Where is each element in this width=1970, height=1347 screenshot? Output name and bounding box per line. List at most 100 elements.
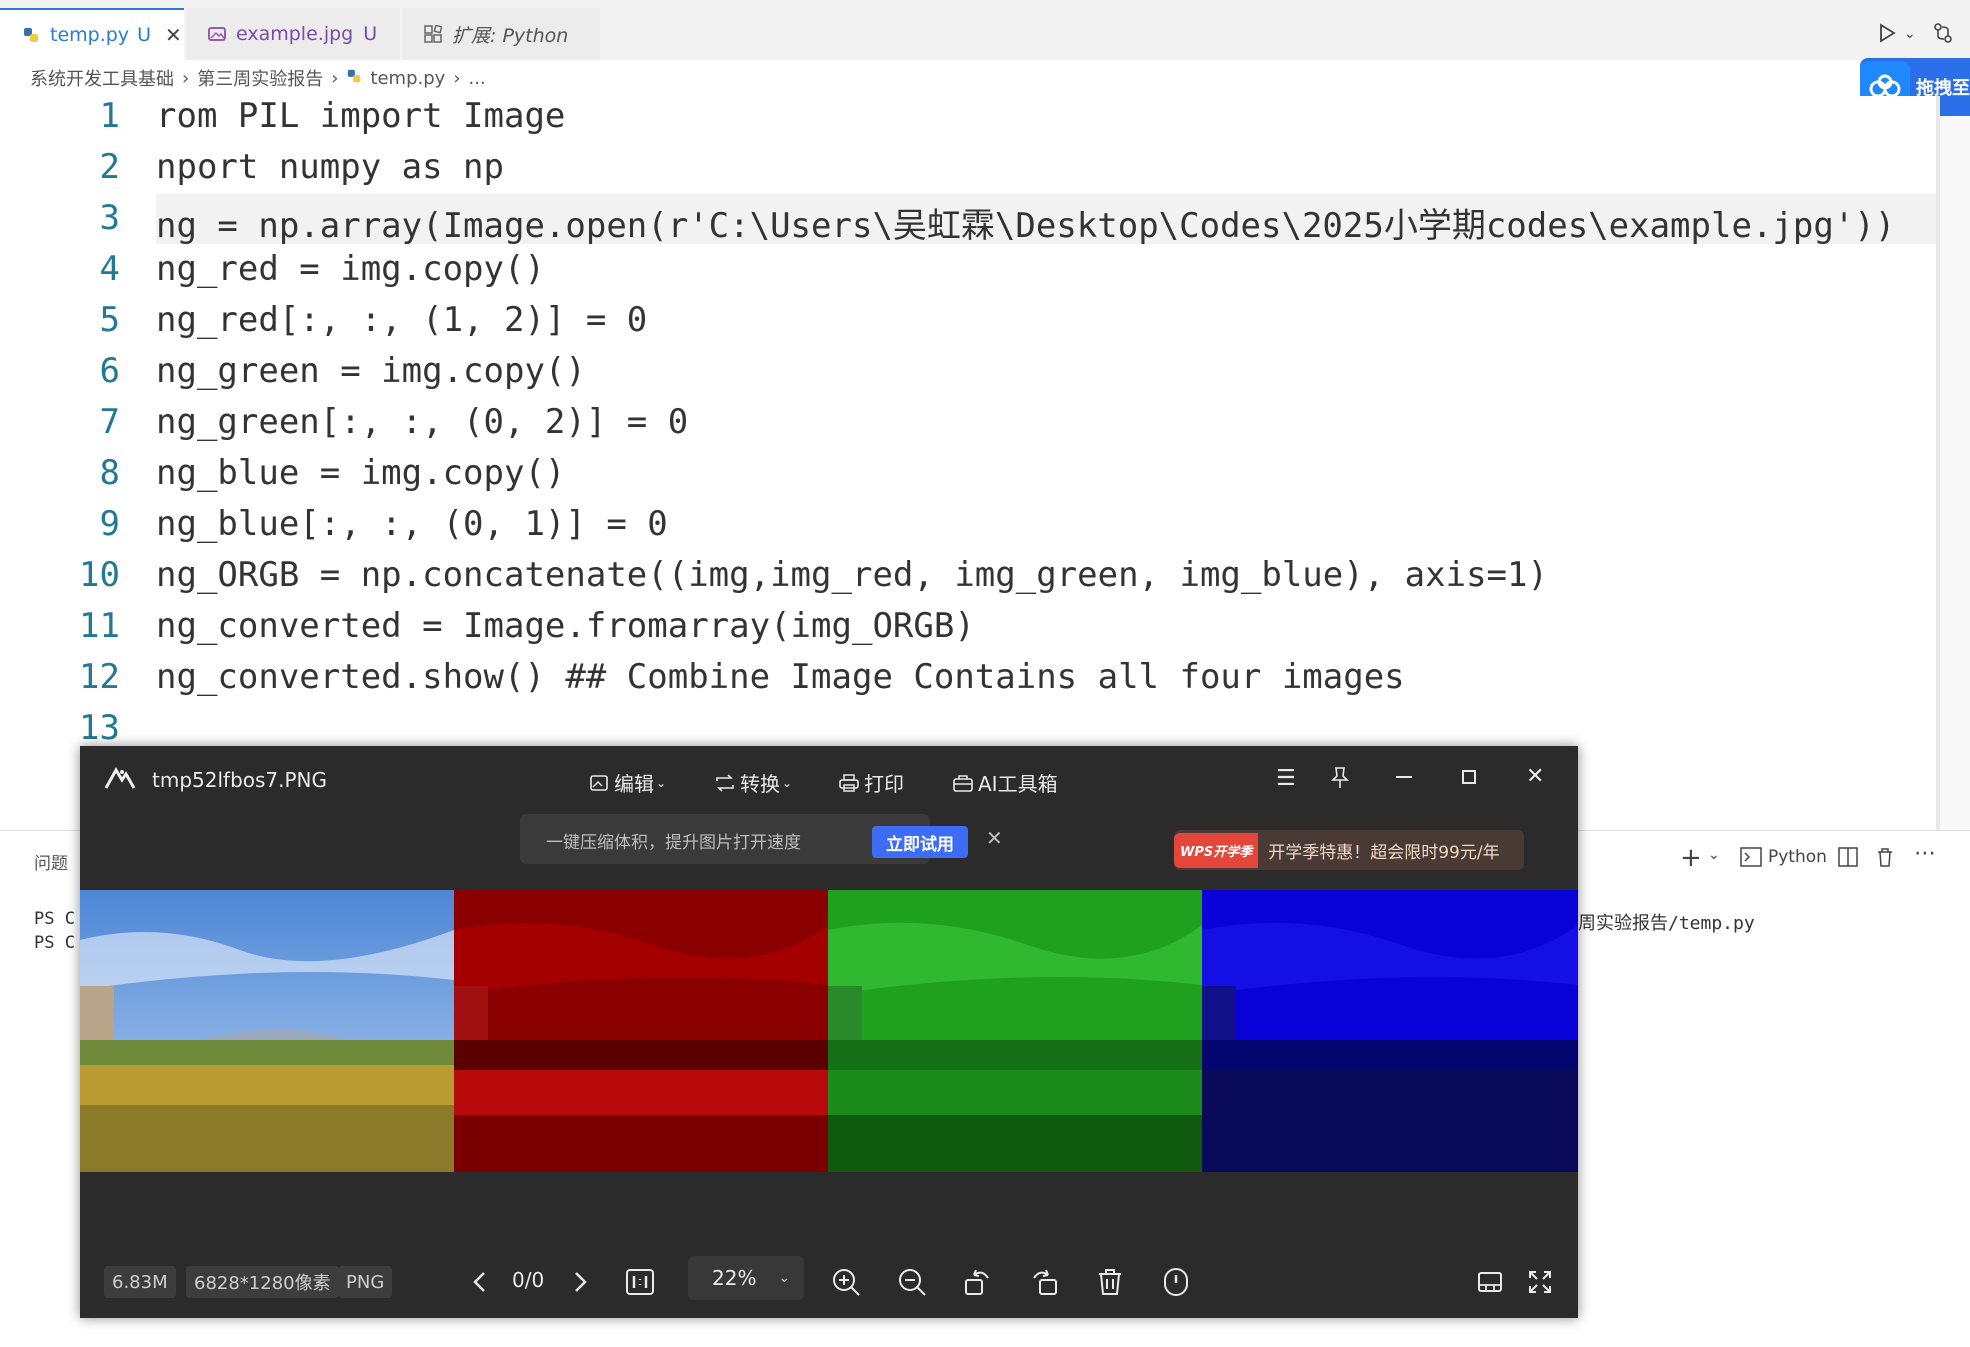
breadcrumb: 系统开发工具基础 › 第三周实验报告 › temp.py › ... [0, 60, 1970, 96]
compress-banner: 一键压缩体积，提升图片打开速度 立即试用 [520, 814, 968, 864]
line-number: 11 [79, 606, 120, 646]
breadcrumb-symbol[interactable]: ... [469, 68, 486, 89]
extensions-icon [424, 24, 443, 43]
minimize-icon[interactable] [1396, 776, 1412, 778]
terminal-line: PS C [34, 909, 75, 929]
code-line[interactable]: ng_ORGB = np.concatenate((img,img_red, i… [156, 555, 1548, 595]
code-line[interactable]: ng_blue = img.copy() [156, 453, 565, 493]
breadcrumb-folder-1[interactable]: 系统开发工具基础 [30, 65, 174, 91]
actual-size-icon[interactable] [624, 1266, 656, 1298]
zoom-in-icon[interactable] [830, 1266, 862, 1298]
run-icon[interactable] [1876, 22, 1898, 48]
zoom-select[interactable]: 22% ⌄ [688, 1256, 804, 1300]
thumbnail-strip-icon[interactable] [1474, 1266, 1506, 1298]
line-number: 13 [79, 708, 120, 748]
line-number: 9 [99, 504, 120, 544]
code-line[interactable]: ng_red = img.copy() [156, 249, 545, 289]
code-line[interactable]: nport numpy as np [156, 147, 504, 187]
printer-icon [839, 773, 859, 792]
next-image-icon[interactable] [564, 1266, 596, 1298]
convert-icon [716, 773, 734, 792]
terminal-icon [1740, 847, 1762, 867]
code-line[interactable]: ng_converted = Image.fromarray(img_ORGB) [156, 606, 975, 646]
new-terminal-icon[interactable]: + [1680, 843, 1702, 873]
tab-temp-py[interactable]: temp.py U ✕ [0, 8, 184, 60]
close-banner-icon[interactable]: ✕ [986, 826, 1003, 850]
code-line[interactable]: ng = np.array(Image.open(r'C:\Users\吴虹霖\… [156, 198, 1895, 247]
wps-promo-badge: WPS开学季 [1174, 832, 1259, 868]
line-number: 7 [99, 402, 120, 442]
code-line[interactable]: rom PIL import Image [156, 96, 565, 136]
fullscreen-icon[interactable] [1524, 1266, 1556, 1298]
code-line[interactable]: ng_green = img.copy() [156, 351, 586, 391]
viewer-filename: tmp52lfbos7.PNG [152, 768, 328, 792]
breadcrumb-folder-2[interactable]: 第三周实验报告 [197, 65, 323, 91]
rotate-right-icon[interactable] [1028, 1266, 1060, 1298]
split-terminal-icon[interactable] [1838, 847, 1858, 871]
chevron-down-icon: ⌄ [778, 1270, 791, 1286]
run-dropdown-icon[interactable]: ⌄ [1904, 26, 1916, 42]
previous-image-icon[interactable] [464, 1266, 496, 1298]
toolbox-icon [953, 774, 973, 792]
original-image [80, 890, 454, 1172]
dimensions-chip: 6828*1280像素 [186, 1266, 339, 1298]
python-file-icon [22, 26, 40, 44]
code-line[interactable]: ng_converted.show() ## Combine Image Con… [156, 657, 1405, 697]
file-size-chip: 6.83M [104, 1266, 176, 1298]
format-chip: PNG [338, 1266, 393, 1298]
print-button[interactable]: 打印 [838, 768, 904, 797]
tab-example-jpg[interactable]: example.jpg U [186, 8, 400, 60]
blue-channel-image [1202, 890, 1578, 1172]
line-number: 2 [99, 147, 120, 187]
code-editor[interactable]: 1 2 3 4 5 6 7 8 9 10 11 12 13 rom PIL im… [0, 96, 1940, 830]
info-icon[interactable] [1160, 1266, 1192, 1298]
line-number: 5 [99, 300, 120, 340]
zoom-out-icon[interactable] [896, 1266, 928, 1298]
ai-toolbox-button[interactable]: AI工具箱 [952, 768, 1058, 797]
code-line[interactable]: ng_red[:, :, (1, 2)] = 0 [156, 300, 647, 340]
more-actions-icon[interactable]: ⋯ [1914, 841, 1936, 866]
code-line[interactable]: ng_green[:, :, (0, 2)] = 0 [156, 402, 688, 442]
terminal-line: PS C [34, 933, 75, 953]
line-number: 1 [99, 96, 120, 136]
python-file-icon [346, 68, 362, 89]
line-number: 10 [79, 555, 120, 595]
chevron-right-icon: › [331, 67, 339, 89]
edit-menu[interactable]: 编辑 ⌄ [590, 768, 666, 797]
terminal-dropdown-icon[interactable]: ⌄ [1708, 847, 1720, 863]
chevron-right-icon: › [453, 67, 461, 89]
image-canvas[interactable] [80, 890, 1578, 1172]
green-channel-image [828, 890, 1202, 1172]
chevron-down-icon: ⌄ [656, 775, 667, 790]
wps-promo[interactable]: WPS开学季 开学季特惠！超会限时99元/年 [1174, 830, 1524, 870]
viewer-logo-icon [104, 766, 136, 794]
image-viewer-window: tmp52lfbos7.PNG 编辑 ⌄ 转换 ⌄ 打印 AI工具箱 ☰ ✕ 一… [80, 746, 1578, 1318]
tab-problems[interactable]: 问题 [34, 849, 68, 874]
breadcrumb-file[interactable]: temp.py [370, 68, 445, 89]
line-number: 6 [99, 351, 120, 391]
trash-icon[interactable] [1876, 847, 1894, 871]
editor-tab-bar: temp.py U ✕ example.jpg U 扩展: Python ⌄ [0, 0, 1970, 61]
image-file-icon [208, 25, 226, 43]
rotate-left-icon[interactable] [962, 1266, 994, 1298]
close-tab-icon[interactable]: ✕ [165, 23, 182, 47]
image-edit-icon [590, 774, 608, 791]
delete-icon[interactable] [1094, 1266, 1126, 1298]
editor-scrollbar[interactable] [1936, 96, 1940, 830]
terminal-path-text: 周实验报告/temp.py [1578, 913, 1755, 934]
line-number: 8 [99, 453, 120, 493]
page-counter: 0/0 [512, 1268, 545, 1292]
code-line[interactable]: ng_blue[:, :, (0, 1)] = 0 [156, 504, 668, 544]
maximize-icon[interactable] [1462, 770, 1476, 784]
close-window-icon[interactable]: ✕ [1526, 764, 1544, 789]
try-now-button[interactable]: 立即试用 [872, 826, 968, 858]
tab-extension-python[interactable]: 扩展: Python [402, 8, 600, 60]
line-number: 4 [99, 249, 120, 289]
pin-icon[interactable] [1330, 766, 1350, 794]
line-number: 12 [79, 657, 120, 697]
terminal-profile[interactable]: Python [1740, 847, 1827, 867]
hamburger-menu-icon[interactable]: ☰ [1276, 766, 1296, 791]
source-control-icon[interactable] [1932, 22, 1954, 48]
chevron-right-icon: › [182, 67, 190, 89]
convert-menu[interactable]: 转换 ⌄ [714, 768, 792, 797]
